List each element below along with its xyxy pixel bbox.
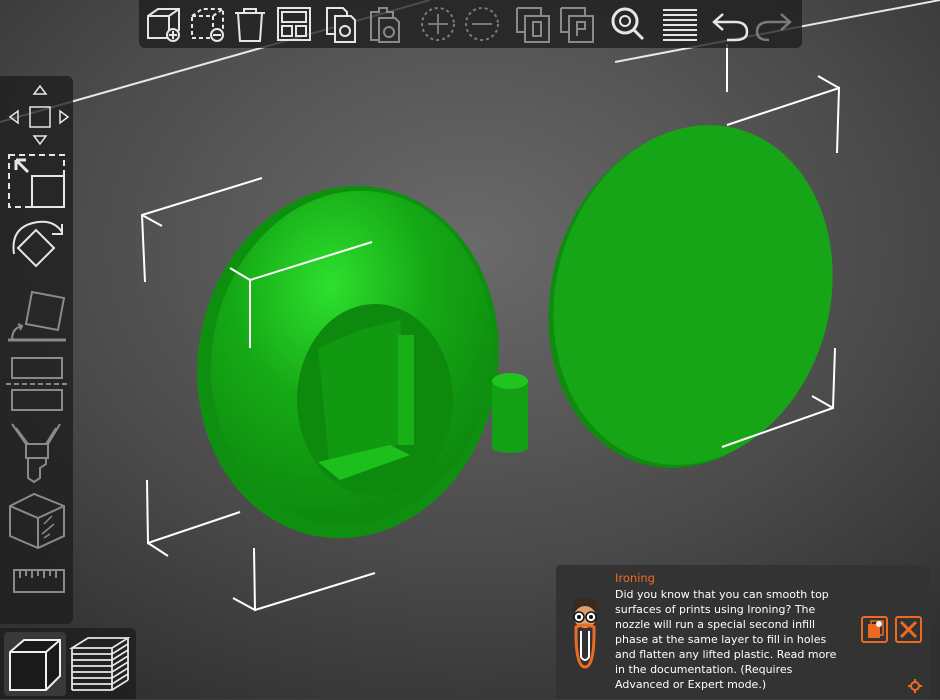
object-pin[interactable] [492,373,528,453]
tab-3d-view[interactable] [4,632,66,696]
redo-icon[interactable] [753,4,795,44]
gear-icon[interactable] [908,679,922,693]
split-parts-icon[interactable] [557,4,599,44]
tab-preview[interactable] [68,632,132,696]
layers-icon[interactable] [659,4,701,44]
hint-notification: Ironing Did you know that you can smooth… [556,565,930,699]
place-on-face-icon[interactable] [4,284,70,350]
arrange-icon[interactable] [273,4,315,44]
move-icon[interactable] [4,82,70,148]
document-icon [868,620,884,638]
rotate-icon[interactable] [4,214,70,280]
plus-circle-icon[interactable] [417,4,459,44]
hint-title: Ironing [615,571,655,585]
scale-icon[interactable] [4,150,70,210]
add-cube-icon[interactable] [143,4,185,44]
trash-icon[interactable] [229,4,271,44]
view-tabs [0,628,136,699]
hint-avatar-icon [572,598,598,669]
hint-open-doc-button[interactable] [861,616,888,643]
search-icon[interactable] [607,4,649,44]
cube-icon [9,639,61,691]
hint-close-button[interactable] [895,616,922,643]
copy-icon[interactable] [321,4,363,44]
paste-icon[interactable] [365,4,407,44]
close-icon [899,620,918,639]
delete-cube-icon[interactable] [187,4,229,44]
split-objects-icon[interactable] [513,4,555,44]
cut-icon[interactable] [4,354,70,414]
undo-icon[interactable] [709,4,751,44]
left-toolbar [0,76,73,624]
layers-stack-icon [68,637,132,691]
seam-icon[interactable] [4,488,70,554]
measure-icon[interactable] [4,566,70,596]
hint-body: Did you know that you can smooth top sur… [615,588,837,691]
paint-supports-icon[interactable] [4,418,70,484]
minus-circle-icon[interactable] [461,4,503,44]
top-toolbar [139,0,802,48]
